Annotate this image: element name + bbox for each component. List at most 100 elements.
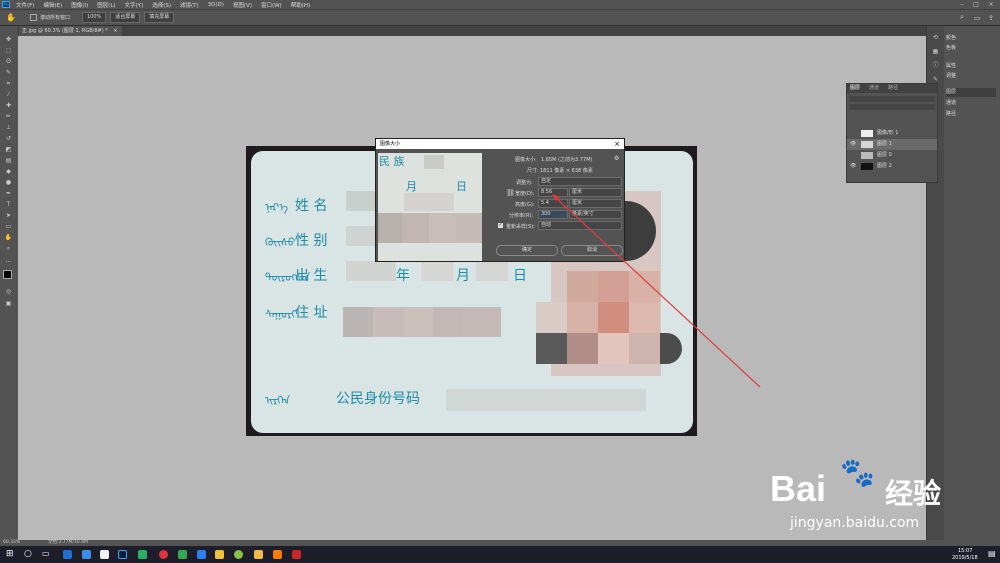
menu-edit[interactable]: 编辑(E) [43, 1, 62, 9]
menu-image[interactable]: 图像(I) [71, 1, 88, 9]
layer-row[interactable]: 图层 0 [847, 150, 937, 161]
pen-tool-icon[interactable]: ✒ [4, 190, 13, 197]
app-icon[interactable] [234, 550, 243, 559]
stamp-tool-icon[interactable]: ⊥ [4, 124, 13, 131]
panel-paths[interactable]: 路径 [946, 110, 996, 119]
panel-color[interactable]: 颜色 [946, 34, 996, 43]
search-icon[interactable]: ○ [24, 549, 32, 559]
layer-blend-bar[interactable] [849, 104, 935, 110]
lasso-tool-icon[interactable]: ʘ [4, 58, 13, 65]
layer-row[interactable]: 图像/形 1 [847, 128, 937, 139]
menu-layer[interactable]: 图层(L) [97, 1, 115, 9]
menu-window[interactable]: 窗口(W) [261, 1, 282, 9]
cancel-button[interactable]: 取消 [561, 245, 623, 256]
quick-select-tool-icon[interactable]: ✎ [4, 69, 13, 76]
menu-filter[interactable]: 滤镜(T) [180, 1, 199, 9]
layer-row[interactable]: 👁 图层 1 [847, 139, 937, 150]
dialog-close-icon[interactable]: × [614, 139, 620, 149]
illustrator-icon[interactable] [273, 550, 282, 559]
tab-channels[interactable]: 通道 [869, 84, 879, 93]
app-icon[interactable] [292, 550, 301, 559]
edge-browser-icon[interactable] [63, 550, 72, 559]
panel-properties[interactable]: 属性 [946, 62, 996, 71]
eye-icon[interactable]: 👁 [850, 161, 856, 172]
menu-select[interactable]: 选择(S) [152, 1, 171, 9]
panel-channels[interactable]: 通道 [946, 99, 996, 108]
windows-start-icon[interactable]: ⊞ [6, 549, 14, 559]
photoshop-taskbar-icon[interactable] [118, 550, 127, 559]
menu-file[interactable]: 文件(F) [16, 1, 34, 9]
file-explorer-icon[interactable] [254, 550, 263, 559]
close-tab-icon[interactable]: × [113, 28, 117, 34]
fit-screen-button[interactable]: 适合屏幕 [110, 12, 141, 23]
resolution-input[interactable]: 300 [538, 210, 568, 219]
screen-mode-icon[interactable]: ▣ [4, 300, 13, 307]
width-input[interactable]: 8.56 [538, 188, 568, 197]
app-icon[interactable] [178, 550, 187, 559]
dodge-tool-icon[interactable]: ● [4, 179, 13, 186]
ok-button[interactable]: 确定 [496, 245, 558, 256]
browser-icon[interactable] [197, 550, 206, 559]
eraser-tool-icon[interactable]: ◩ [4, 146, 13, 153]
history-brush-icon[interactable]: ↺ [4, 135, 13, 142]
eye-icon[interactable]: 👁 [850, 139, 856, 150]
dialog-preview[interactable]: 民 族 月 日 [378, 153, 482, 261]
document-tab[interactable]: 正.jpg @ 60.3% (图层 1, RGB/8#) * × [18, 26, 122, 36]
app-icon[interactable] [82, 550, 91, 559]
task-view-icon[interactable]: ▭ [42, 549, 50, 558]
hand-tool-icon[interactable]: ✋ [4, 234, 13, 241]
height-unit-select[interactable]: 厘米 [569, 199, 622, 208]
search-icon[interactable]: ⌕ [960, 13, 964, 22]
path-select-icon[interactable]: ➤ [4, 212, 13, 219]
blur-tool-icon[interactable]: ◆ [4, 168, 13, 175]
workspace-icon[interactable]: ▭ [974, 14, 981, 22]
info-icon[interactable]: ⓘ [931, 62, 940, 69]
tab-layers[interactable]: 图层 [850, 84, 860, 93]
fit-to-select[interactable]: 自定 [538, 177, 622, 186]
close-window-icon[interactable]: × [985, 0, 997, 9]
move-tool-icon[interactable]: ✥ [4, 36, 13, 43]
properties-panel-icon[interactable]: ▦ [931, 48, 940, 55]
panel-swatches[interactable]: 色板 [946, 44, 996, 53]
eyedropper-tool-icon[interactable]: ⁄ [4, 91, 13, 98]
share-icon[interactable]: ⇪ [988, 14, 994, 22]
more-tools-icon[interactable]: … [4, 257, 13, 264]
panel-layers[interactable]: 图层 [946, 88, 996, 97]
layer-row[interactable]: 👁 图层 2 [847, 161, 937, 172]
app-icon[interactable] [215, 550, 224, 559]
maximize-icon[interactable]: □ [970, 0, 982, 9]
zoom-100-button[interactable]: 100% [81, 12, 107, 23]
qq-icon[interactable] [100, 550, 109, 559]
history-icon[interactable]: ⟲ [931, 34, 940, 41]
marquee-tool-icon[interactable]: ⬚ [4, 47, 13, 54]
gear-icon[interactable]: ⚙ [614, 155, 619, 162]
panel-adjustments[interactable]: 调整 [946, 72, 996, 81]
link-constrain-icon[interactable]: ⛓ [506, 189, 515, 197]
minimize-icon[interactable]: – [956, 0, 968, 9]
shape-tool-icon[interactable]: ▭ [4, 223, 13, 230]
menu-type[interactable]: 文字(Y) [125, 1, 144, 9]
brush-settings-icon[interactable]: ✎ [931, 76, 940, 83]
healing-tool-icon[interactable]: ✚ [4, 102, 13, 109]
layer-filter-bar[interactable] [849, 96, 935, 102]
fill-screen-button[interactable]: 填充屏幕 [144, 12, 175, 23]
menu-view[interactable]: 视图(V) [233, 1, 252, 9]
gradient-tool-icon[interactable]: ▤ [4, 157, 13, 164]
width-unit-select[interactable]: 厘米 [569, 188, 622, 197]
type-tool-icon[interactable]: T [4, 201, 13, 208]
quick-mask-icon[interactable]: ◎ [4, 288, 13, 295]
zoom-tool-icon[interactable]: ⌕ [4, 245, 13, 252]
resolution-unit-select[interactable]: 像素/英寸 [569, 210, 622, 219]
menu-3d[interactable]: 3D(D) [208, 2, 224, 8]
foreground-color-swatch[interactable] [3, 270, 12, 279]
hand-tool-icon[interactable]: ✋ [6, 13, 16, 22]
resample-select[interactable]: 自动 [538, 221, 622, 230]
resample-checkbox[interactable]: ✓ [498, 223, 503, 228]
notification-icon[interactable]: ▤ [988, 549, 996, 558]
tab-paths[interactable]: 路径 [888, 84, 898, 93]
menu-help[interactable]: 帮助(H) [291, 1, 310, 9]
wechat-icon[interactable] [138, 550, 147, 559]
photoshop-app-icon[interactable]: Ps [2, 1, 10, 8]
height-input[interactable]: 5.4 [538, 199, 568, 208]
netease-music-icon[interactable] [159, 550, 168, 559]
